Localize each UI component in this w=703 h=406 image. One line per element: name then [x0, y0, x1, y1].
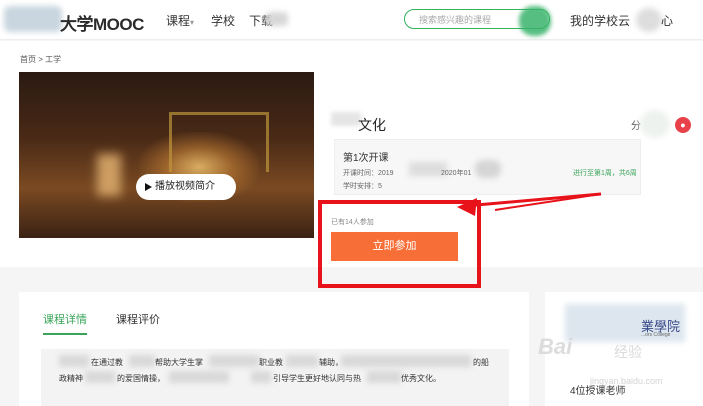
- tab-course-review[interactable]: 课程评价: [116, 311, 160, 327]
- baidu-watermark-url: jingyan.baidu.com: [590, 376, 663, 386]
- desc-text: 辅助，: [319, 358, 343, 367]
- play-intro-button[interactable]: 播放视频简介: [136, 174, 236, 200]
- term-time-blurred-2: [475, 160, 501, 178]
- term-title: 第1次开课: [343, 153, 389, 164]
- desc-blur: [59, 355, 89, 367]
- desc-blur: [286, 355, 318, 367]
- baidu-watermark: Bai: [538, 334, 573, 359]
- term-time-end: 2020年01: [441, 170, 472, 177]
- desc-text: 在通过教: [91, 358, 123, 367]
- desc-text: 的船: [473, 358, 489, 367]
- baidu-watermark-text: 经验: [614, 344, 642, 360]
- site-logo[interactable]: 大学MOOC: [60, 10, 144, 35]
- desc-text: 优秀文化。: [401, 374, 441, 383]
- avatar[interactable]: [636, 8, 662, 32]
- my-school-cloud-link[interactable]: 我的学校云: [570, 12, 630, 29]
- desc-blur: [341, 355, 471, 367]
- desc-blur: [85, 371, 115, 383]
- desc-text: 政精神: [59, 374, 83, 383]
- search-placeholder: 搜索感兴趣的课程: [419, 15, 492, 25]
- course-description: 在通过教 帮助大学生掌 职业教 辅助， 的船 政精神 的爱国情操， 引导学生更好…: [41, 349, 509, 406]
- video-blurred-region: [97, 154, 121, 196]
- desc-text: 的爱国情操，: [117, 374, 165, 383]
- term-info-box: 第1次开课 开课时间：2019 2020年01 进行至第1周，共6周 学时安排：…: [334, 139, 641, 195]
- logo-icon: [4, 6, 62, 32]
- course-intro-video[interactable]: 播放视频简介: [19, 72, 314, 238]
- term-hours: 学时安排：5: [343, 183, 382, 190]
- breadcrumb[interactable]: 首页 > 工学: [20, 54, 61, 65]
- title-blurred-region: [331, 112, 361, 126]
- desc-blur: [251, 371, 271, 383]
- desc-blur: [129, 355, 155, 367]
- chevron-down-icon: ▾: [190, 18, 195, 27]
- play-icon: [145, 183, 152, 191]
- video-gate-shape: [169, 112, 269, 172]
- desc-blur: [169, 371, 229, 383]
- weibo-share-icon[interactable]: ●: [675, 117, 691, 133]
- personal-center-link[interactable]: 心: [661, 12, 673, 29]
- nav-blurred-region: [266, 12, 288, 26]
- arrow-annotation-icon: [457, 192, 602, 216]
- desc-text: 职业教: [259, 358, 283, 367]
- desc-text: 引导学生更好地认同与热: [273, 374, 361, 383]
- nav-schools[interactable]: 学校: [211, 12, 235, 29]
- term-time-label: 开课时间：2019: [343, 170, 394, 177]
- course-detail-panel: 课程详情 课程评价 在通过教 帮助大学生掌 职业教 辅助， 的船 政精神 的爱国…: [19, 292, 529, 406]
- course-header-section: 首页 > 工学 播放视频简介 文化 分 ● 第1次开课 开课时间：2019 20…: [0, 41, 703, 288]
- course-title: 文化: [358, 117, 386, 133]
- top-nav-bar: 大学MOOC 课程▾ 学校 下载 搜索感兴趣的课程 我的学校云 心: [0, 0, 703, 40]
- search-icon[interactable]: [519, 6, 551, 36]
- tab-course-detail[interactable]: 课程详情: [43, 311, 87, 335]
- desc-text: 帮助大学生掌: [155, 358, 203, 367]
- play-intro-label: 播放视频简介: [155, 181, 215, 192]
- term-progress: 进行至第1周，共6周: [573, 170, 637, 177]
- nav-courses[interactable]: 课程▾: [166, 12, 194, 29]
- desc-blur: [367, 371, 401, 383]
- school-name-en: ...ors College: [641, 332, 671, 338]
- desc-blur: [209, 355, 259, 367]
- share-icon[interactable]: [640, 110, 670, 138]
